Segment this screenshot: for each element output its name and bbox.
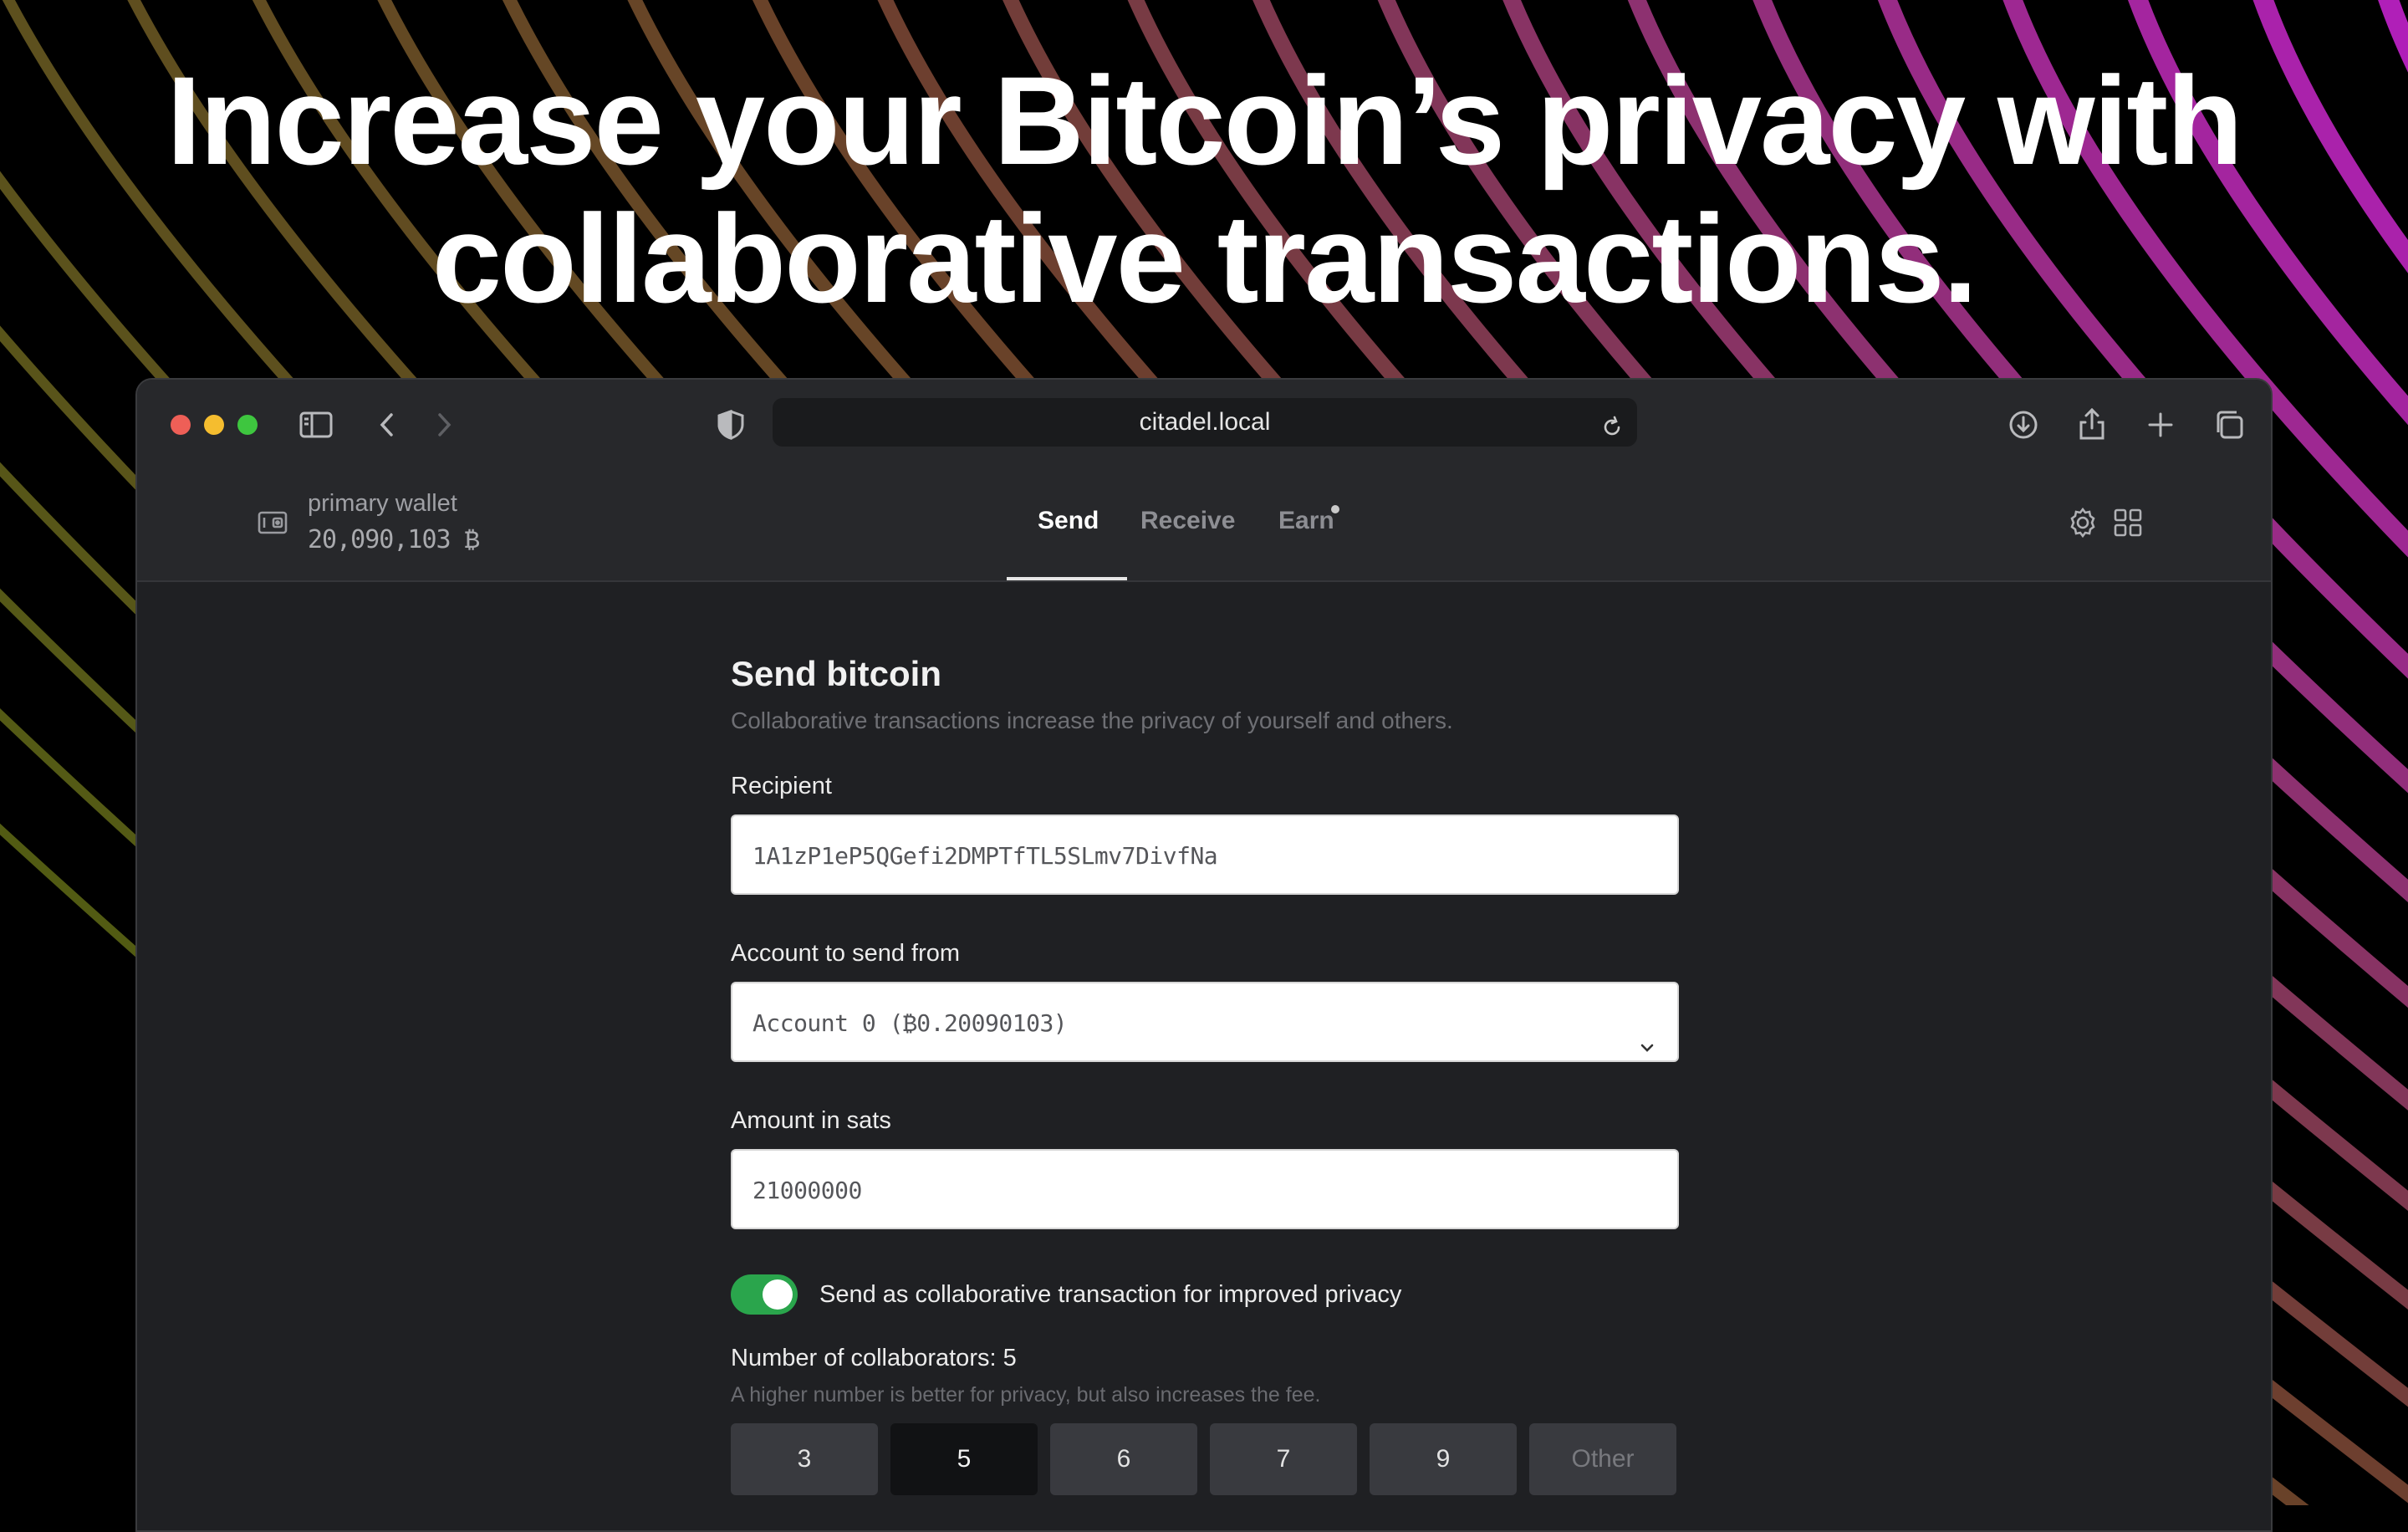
tab-overview-icon[interactable] <box>2209 405 2249 445</box>
browser-toolbar: citadel.local <box>137 380 2271 469</box>
collaborative-toggle-label: Send as collaborative transaction for im… <box>819 1281 1402 1308</box>
privacy-shield-icon[interactable] <box>711 405 751 445</box>
back-icon[interactable] <box>368 405 408 445</box>
amount-value: 21000000 <box>752 1177 862 1204</box>
tab-send[interactable]: Send <box>1038 507 1099 535</box>
apps-grid-icon[interactable] <box>2110 505 2145 540</box>
toggle-knob <box>763 1279 793 1310</box>
wallet-balance: 20,090,103 ₿ <box>308 525 480 554</box>
headline-line-2: collaborative transactions. <box>431 188 1978 329</box>
wallet-name: primary wallet <box>308 490 457 517</box>
account-label: Account to send from <box>731 940 961 967</box>
hero-headline: Increase your Bitcoin’s privacy with col… <box>0 52 2408 328</box>
collaborators-count-label: Number of collaborators: 5 <box>731 1345 1017 1371</box>
form-title: Send bitcoin <box>731 654 941 693</box>
recipient-input[interactable]: 1A1zP1eP5QGefi2DMPTfTL5SLmv7DivfNa <box>731 815 1679 895</box>
headline-line-1: Increase your Bitcoin’s privacy with <box>166 50 2243 191</box>
collaborators-hint: A higher number is better for privacy, b… <box>731 1383 1321 1407</box>
minimize-window-button[interactable] <box>204 415 224 435</box>
recipient-value: 1A1zP1eP5QGefi2DMPTfTL5SLmv7DivfNa <box>752 842 1218 870</box>
account-value: Account 0 (₿0.20090103) <box>752 1009 1068 1037</box>
app-header: primary wallet 20,090,103 ₿ Send Receive… <box>137 468 2271 582</box>
forward-icon[interactable] <box>423 405 463 445</box>
browser-window: citadel.local primary wallet 20,090,103 … <box>135 378 2273 1532</box>
collaborator-option-6[interactable]: 6 <box>1050 1423 1197 1495</box>
gear-icon[interactable] <box>2065 505 2100 540</box>
close-window-button[interactable] <box>171 415 191 435</box>
form-subtitle: Collaborative transactions increase the … <box>731 707 1453 733</box>
wallet-icon <box>256 505 289 539</box>
recipient-label: Recipient <box>731 773 832 799</box>
collaborator-option-9[interactable]: 9 <box>1370 1423 1517 1495</box>
amount-input[interactable]: 21000000 <box>731 1149 1679 1229</box>
chevron-down-icon <box>1635 1012 1659 1052</box>
account-select[interactable]: Account 0 (₿0.20090103) <box>731 982 1679 1062</box>
tab-earn[interactable]: Earn <box>1278 507 1334 535</box>
new-tab-icon[interactable] <box>2140 405 2181 445</box>
address-bar[interactable]: citadel.local <box>773 398 1637 447</box>
tab-receive[interactable]: Receive <box>1140 507 1235 535</box>
collaborator-option-7[interactable]: 7 <box>1210 1423 1357 1495</box>
url-text: citadel.local <box>1139 408 1271 436</box>
collaborator-option-3[interactable]: 3 <box>731 1423 878 1495</box>
amount-label: Amount in sats <box>731 1107 891 1134</box>
downloads-icon[interactable] <box>2003 405 2043 445</box>
share-icon[interactable] <box>2072 405 2112 445</box>
zoom-window-button[interactable] <box>237 415 258 435</box>
reload-icon[interactable] <box>1599 409 1625 436</box>
earn-notification-dot <box>1331 505 1339 513</box>
collaborator-option-5[interactable]: 5 <box>890 1423 1038 1495</box>
collaborator-option-other[interactable]: Other <box>1529 1423 1676 1495</box>
active-tab-indicator <box>1007 577 1127 580</box>
sidebar-toggle-icon[interactable] <box>296 405 336 445</box>
collaborative-toggle[interactable] <box>731 1274 798 1315</box>
